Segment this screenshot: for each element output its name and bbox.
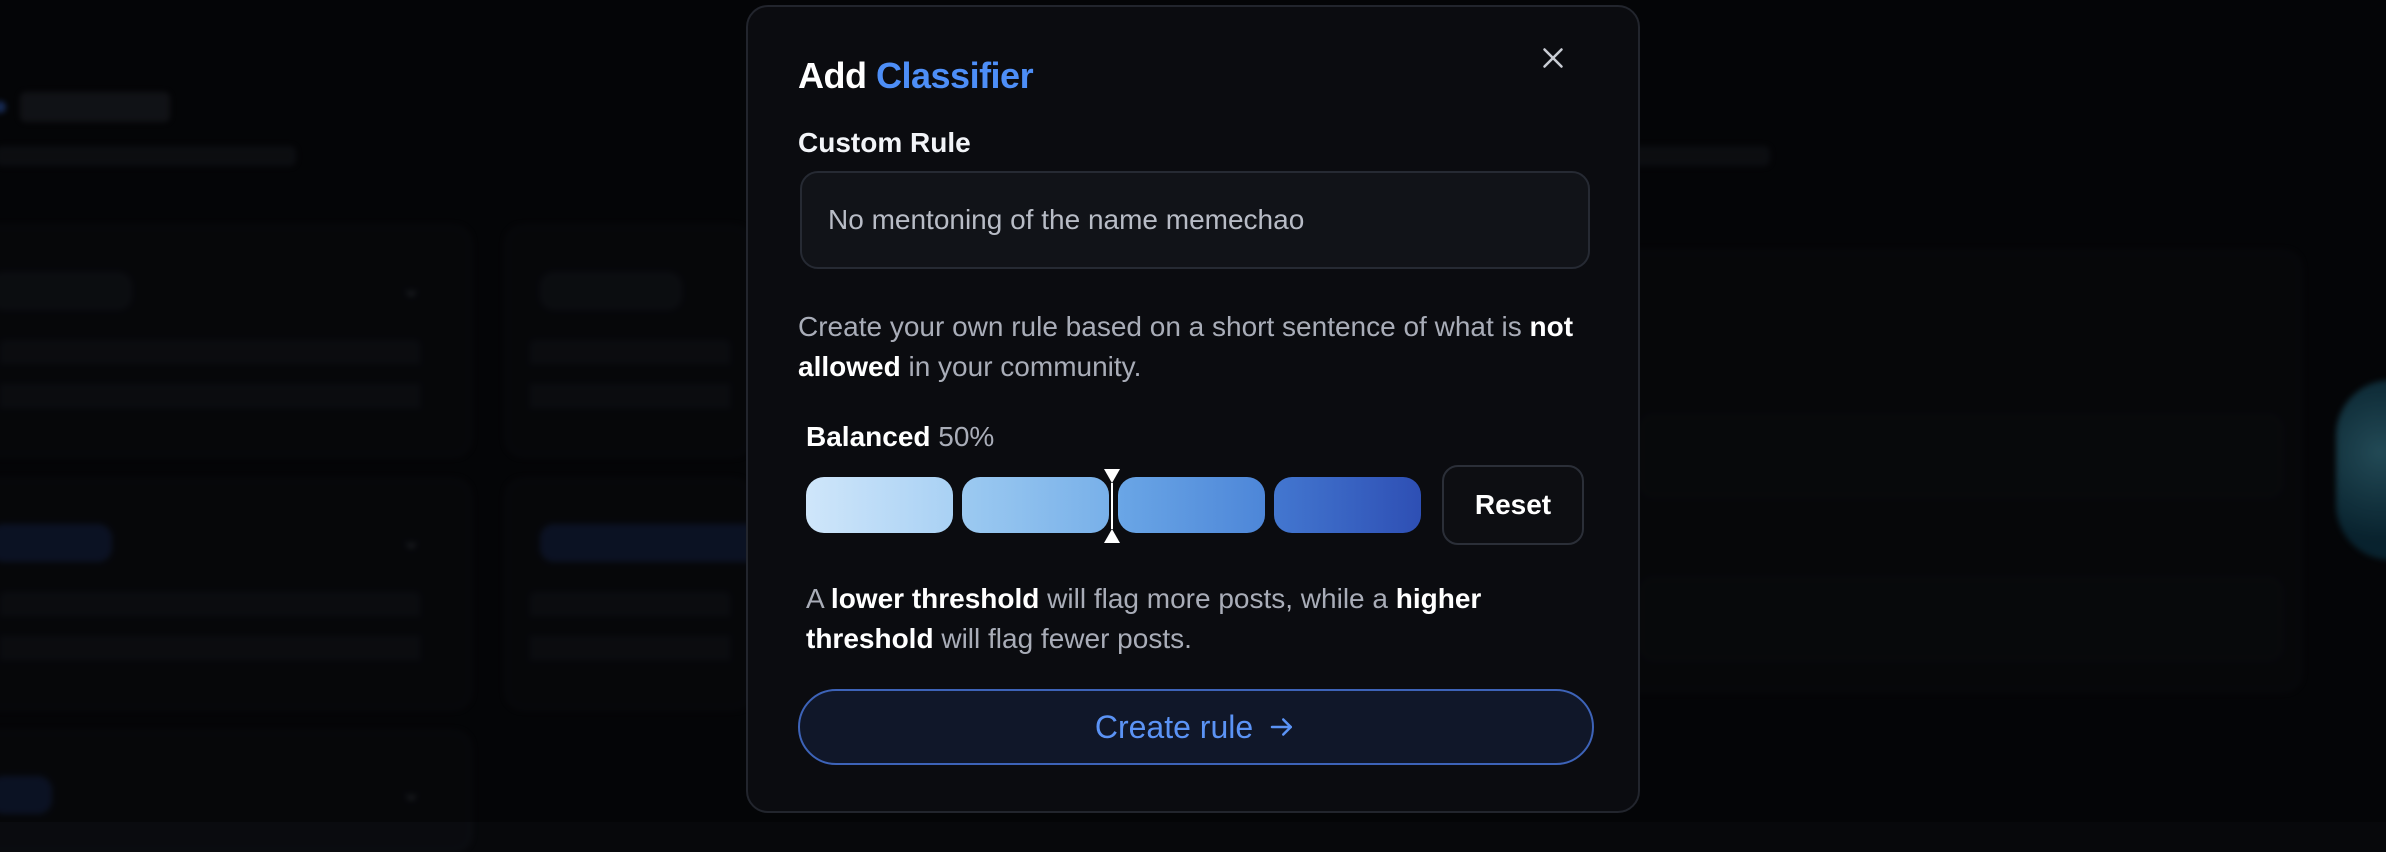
hint-part: will flag more posts, while a xyxy=(1039,583,1396,614)
help-text-part: in your community. xyxy=(900,351,1142,382)
custom-rule-input[interactable] xyxy=(800,171,1590,269)
hint-emphasis: lower threshold xyxy=(830,583,1040,614)
threshold-segment[interactable] xyxy=(806,477,953,533)
dialog-title-accent: Classifier xyxy=(876,55,1034,96)
threshold-level: Balanced xyxy=(806,421,931,452)
create-rule-label: Create rule xyxy=(1094,708,1254,745)
rule-help-text: Create your own rule based on a short se… xyxy=(798,307,1598,387)
threshold-segment[interactable] xyxy=(1274,477,1421,533)
arrow-right-icon xyxy=(1270,718,1293,736)
add-classifier-dialog: Add Classifier Custom Rule Create your o… xyxy=(746,5,1640,813)
hint-part: A xyxy=(806,583,831,614)
dialog-title: Add Classifier xyxy=(798,55,1034,97)
hint-part: will flag fewer posts. xyxy=(933,623,1192,654)
threshold-label: Balanced 50% xyxy=(806,421,994,453)
threshold-slider-handle[interactable] xyxy=(1100,467,1124,545)
threshold-segment[interactable] xyxy=(962,477,1109,533)
reset-button[interactable]: Reset xyxy=(1442,465,1584,545)
threshold-segment[interactable] xyxy=(1118,477,1265,533)
dialog-title-prefix: Add xyxy=(798,55,867,96)
help-text-part: Create your own rule based on a short se… xyxy=(798,311,1530,342)
threshold-percent: 50% xyxy=(938,421,995,452)
custom-rule-label: Custom Rule xyxy=(798,127,971,158)
close-button[interactable] xyxy=(1536,41,1570,75)
threshold-hint: A lower threshold will flag more posts, … xyxy=(806,579,1566,659)
create-rule-button[interactable]: Create rule xyxy=(798,689,1594,765)
close-icon xyxy=(1543,48,1563,68)
